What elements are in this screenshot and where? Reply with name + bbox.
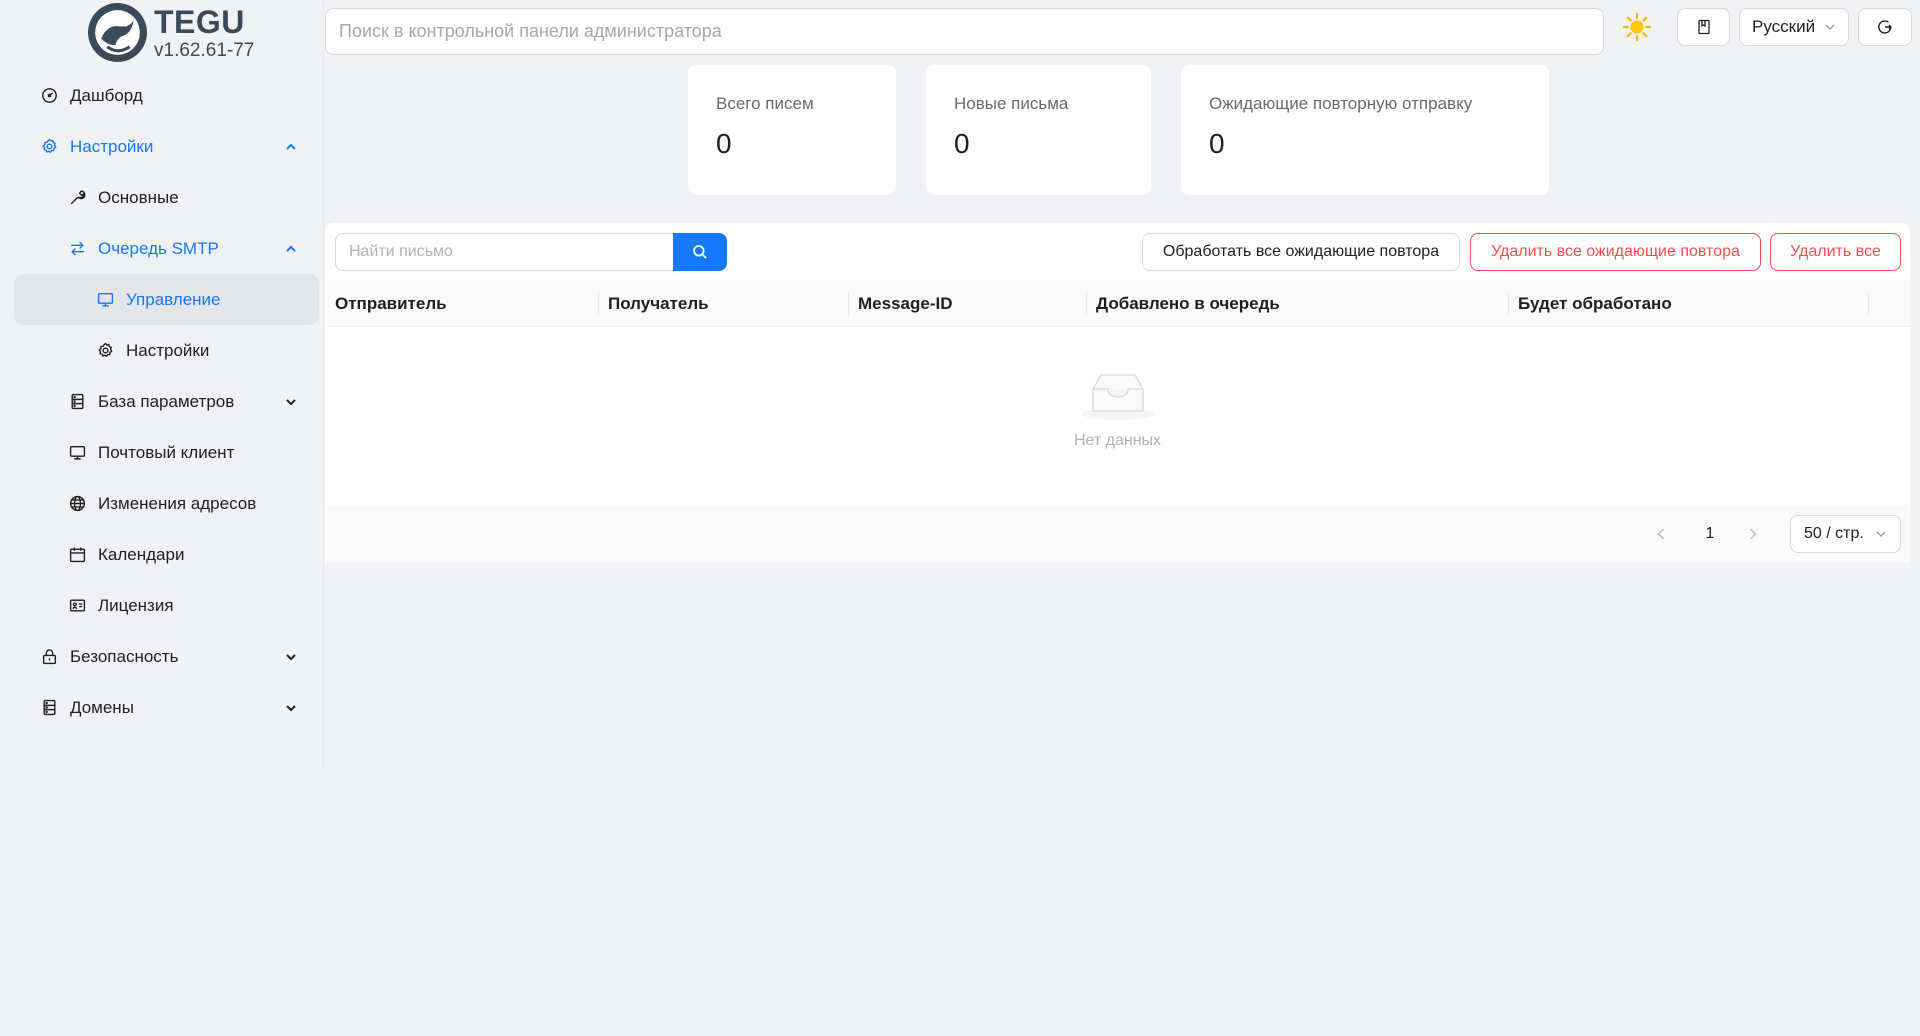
empty-inbox-icon [1081, 374, 1155, 420]
gear-icon [98, 342, 113, 358]
id-card-icon [69, 599, 86, 612]
database-icon [71, 393, 84, 410]
lock-icon [42, 649, 57, 665]
calendar-icon [69, 547, 86, 563]
column-header-sender[interactable]: Отправитель [325, 280, 447, 327]
stat-title: Новые письма [954, 94, 1069, 113]
prev-page-icon[interactable] [1651, 524, 1671, 544]
stat-value: 0 [716, 128, 732, 159]
table-header: Отправитель Получатель Message-ID Добавл… [325, 280, 1910, 327]
sidebar-item-license[interactable]: Лицензия [14, 580, 319, 631]
page-size-select[interactable]: 50 / стр. [1790, 515, 1901, 553]
sidebar-item-mail-client[interactable]: Почтовый клиент [14, 427, 319, 478]
column-header-recipient[interactable]: Получатель [598, 280, 709, 327]
pagination: 1 50 / стр. [325, 505, 1910, 563]
swap-icon [71, 241, 84, 256]
column-header-queued-at[interactable]: Добавлено в очередь [1086, 280, 1280, 327]
sidebar-item-label: Безопасность [70, 646, 179, 666]
find-message-input[interactable] [335, 233, 673, 271]
chevron-down-icon [286, 653, 296, 660]
logout-button[interactable] [1858, 8, 1912, 46]
sidebar-item-queue-settings[interactable]: Настройки [14, 325, 319, 376]
find-message-button[interactable] [673, 233, 727, 271]
sidebar-item-address-rewrites[interactable]: Изменения адресов [14, 478, 319, 529]
language-select-value: Русский [1752, 17, 1816, 36]
chevron-down-icon [286, 704, 296, 711]
search-icon [693, 245, 707, 259]
sidebar-item-label: Календари [98, 544, 185, 564]
chevron-down-icon [1825, 24, 1835, 30]
database-icon [43, 699, 56, 716]
sidebar-item-label: Настройки [126, 340, 210, 360]
stat-title: Ожидающие повторную отправку [1209, 94, 1473, 113]
logo[interactable]: TEGU v1.62.61-77 [87, 2, 254, 63]
sidebar-item-label: Изменения адресов [98, 493, 257, 513]
docs-button[interactable] [1677, 8, 1730, 46]
sidebar-item-label: Лицензия [98, 595, 174, 615]
stat-card-total: Всего писем 0 [688, 65, 896, 195]
sidebar-item-label: Очередь SMTP [98, 238, 219, 258]
sidebar-item-label: Почтовый клиент [98, 442, 235, 462]
empty-state-text: Нет данных [1073, 432, 1162, 449]
theme-toggle-sun-icon[interactable] [1622, 12, 1652, 42]
sidebar-item-label: Настройки [70, 136, 154, 156]
wrench-icon [70, 190, 86, 205]
stat-value: 0 [954, 128, 970, 159]
process-all-pending-button[interactable]: Обработать все ожидающие повтора [1142, 233, 1460, 271]
monitor-icon [69, 445, 86, 460]
sidebar-item-label: Дашборд [70, 85, 143, 105]
delete-all-button[interactable]: Удалить все [1770, 233, 1901, 271]
column-divider [1868, 292, 1869, 315]
sidebar-item-label: Домены [70, 697, 134, 717]
stat-card-new: Новые письма 0 [926, 65, 1151, 195]
sidebar-item-label: База параметров [98, 391, 235, 411]
page-number[interactable]: 1 [1695, 515, 1725, 553]
sidebar-item-calendars[interactable]: Календари [14, 529, 319, 580]
sidebar-item-general[interactable]: Основные [14, 172, 319, 223]
sidebar-item-label: Управление [126, 289, 221, 309]
tegu-logo-icon [88, 3, 147, 62]
sidebar-item-dashboard[interactable]: Дашборд [14, 70, 319, 121]
sidebar-item-smtp-queue[interactable]: Очередь SMTP [14, 223, 319, 274]
sidebar-item-label: Основные [98, 187, 179, 207]
globe-icon [69, 495, 86, 512]
queue-table-panel: Обработать все ожидающие повтора Удалить… [325, 223, 1910, 563]
column-header-message-id[interactable]: Message-ID [848, 280, 952, 327]
app-version: v1.62.61-77 [154, 39, 255, 61]
admin-search-input[interactable] [325, 8, 1604, 55]
sidebar: TEGU v1.62.61-77 Дашборд Настройки Основ… [0, 0, 324, 770]
sidebar-item-domains[interactable]: Домены [14, 682, 319, 733]
language-select[interactable]: Русский [1739, 8, 1849, 46]
sidebar-item-management[interactable]: Управление [14, 274, 319, 325]
next-page-icon[interactable] [1743, 524, 1763, 544]
sidebar-nav: Дашборд Настройки Основные Очередь SMTP [14, 70, 319, 733]
sidebar-item-security[interactable]: Безопасность [14, 631, 319, 682]
gear-icon [42, 138, 57, 154]
sidebar-item-parameter-base[interactable]: База параметров [14, 376, 319, 427]
sidebar-item-settings[interactable]: Настройки [14, 121, 319, 172]
table-toolbar: Обработать все ожидающие повтора Удалить… [325, 223, 1910, 280]
app-name: TEGU [154, 3, 245, 40]
chevron-up-icon [286, 245, 296, 252]
stat-title: Всего писем [716, 94, 814, 113]
column-header-process-at[interactable]: Будет обработано [1508, 280, 1672, 327]
empty-state: Нет данных [325, 327, 1910, 505]
dashboard-icon [42, 88, 57, 103]
chevron-up-icon [286, 143, 296, 150]
book-icon [1697, 19, 1710, 35]
monitor-icon [97, 292, 114, 307]
logout-icon [1878, 20, 1892, 34]
stat-value: 0 [1209, 128, 1225, 159]
page-size-value: 50 / стр. [1804, 525, 1864, 542]
chevron-down-icon [286, 398, 296, 405]
chevron-down-icon [1876, 531, 1886, 537]
stat-card-pending-retry: Ожидающие повторную отправку 0 [1181, 65, 1549, 195]
delete-all-pending-button[interactable]: Удалить все ожидающие повтора [1470, 233, 1761, 271]
